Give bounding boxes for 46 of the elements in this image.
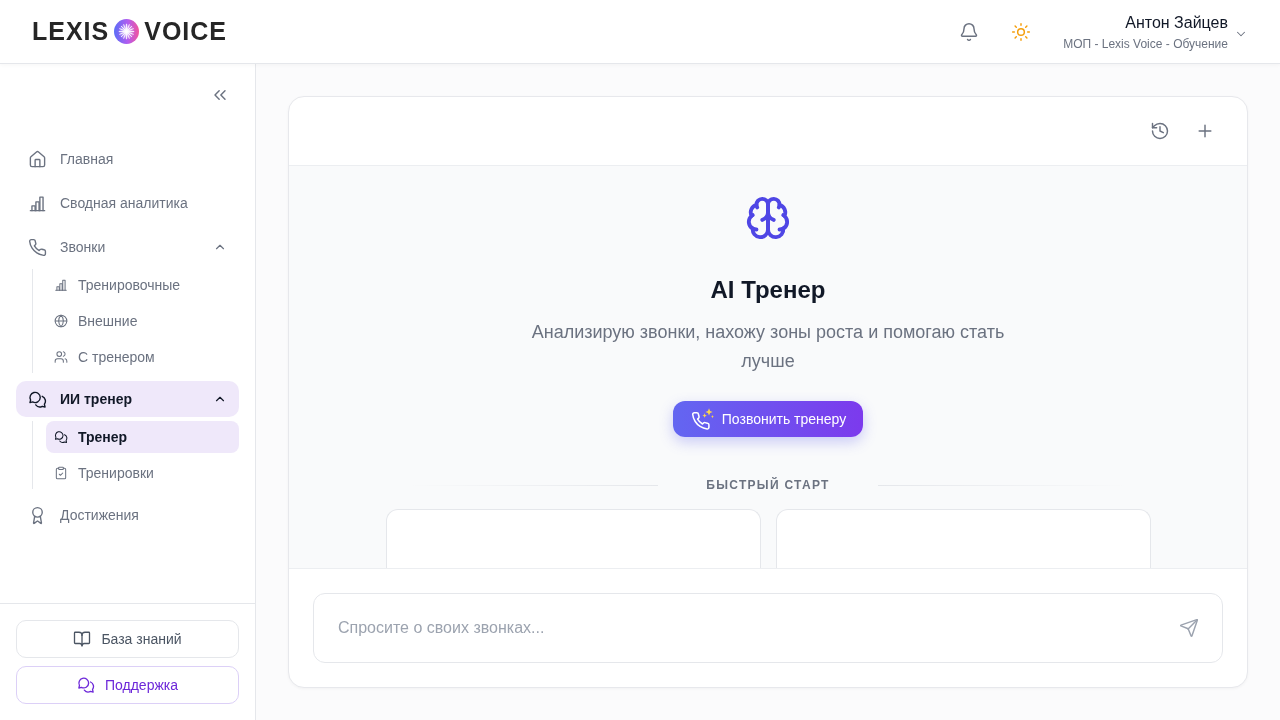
quick-start-card[interactable] xyxy=(385,509,761,568)
assistant-subtitle: Анализирую звонки, нахожу зоны роста и помогаю стать лучше xyxy=(530,321,1006,373)
assistant-title: AI Тренер xyxy=(710,275,826,305)
support-button[interactable]: Поддержка xyxy=(16,666,239,704)
bar-chart-icon xyxy=(54,278,68,292)
chat-bubbles-icon xyxy=(28,389,47,409)
user-name: Антон Зайцев xyxy=(1125,12,1228,33)
brain-icon xyxy=(745,195,791,241)
users-icon xyxy=(54,350,68,364)
history-button[interactable] xyxy=(1150,121,1170,141)
sidebar-item[interactable]: ИИ тренер xyxy=(16,381,239,417)
sidebar-subitem[interactable]: Тренер xyxy=(46,421,239,453)
sidebar-subitem[interactable]: Внешние xyxy=(46,305,239,337)
phone-sparkle-icon xyxy=(690,407,714,431)
sidebar-item[interactable]: Достижения xyxy=(16,497,239,533)
book-icon xyxy=(73,630,92,648)
knowledge-base-button[interactable]: База знаний xyxy=(16,620,239,658)
globe-icon xyxy=(54,314,68,328)
phone-icon xyxy=(28,237,47,257)
sun-icon xyxy=(1011,21,1032,42)
sidebar-item[interactable]: Главная xyxy=(16,141,239,177)
sidebar-item[interactable]: Сводная аналитика xyxy=(16,185,239,221)
chat-bubbles-icon xyxy=(54,430,68,444)
logo-text: VOICE xyxy=(144,19,228,44)
logo-text: LEXIS xyxy=(32,19,110,44)
history-icon xyxy=(1150,121,1170,141)
sidebar-subitem[interactable]: С тренером xyxy=(46,341,239,373)
starburst-orb-icon xyxy=(114,19,140,44)
send-button[interactable] xyxy=(1179,618,1199,638)
notifications-button[interactable] xyxy=(959,21,980,42)
sidebar-item[interactable]: Звонки xyxy=(16,229,239,265)
theme-toggle-button[interactable] xyxy=(1011,21,1032,42)
bell-icon xyxy=(959,21,980,42)
user-role: МОП - Lexis Voice - Обучение xyxy=(1063,35,1228,52)
message-input[interactable]: Спросите о своих звонках... xyxy=(313,593,1223,663)
chat-bubbles-icon xyxy=(76,676,95,694)
call-coach-button[interactable]: Позвонить тренеру xyxy=(672,401,864,437)
quick-start-card[interactable] xyxy=(775,509,1151,568)
clipboard-check-icon xyxy=(54,466,68,480)
section-label: БЫСТРЫЙ СТАРТ xyxy=(706,477,830,493)
sidebar-subitem[interactable]: Тренировки xyxy=(46,457,239,489)
send-icon xyxy=(1179,618,1199,638)
sidebar-subitem[interactable]: Тренировочные xyxy=(46,269,239,301)
home-icon xyxy=(28,149,47,169)
bar-chart-icon xyxy=(28,193,47,213)
user-menu[interactable]: Антон Зайцев МОП - Lexis Voice - Обучение xyxy=(1063,11,1248,52)
